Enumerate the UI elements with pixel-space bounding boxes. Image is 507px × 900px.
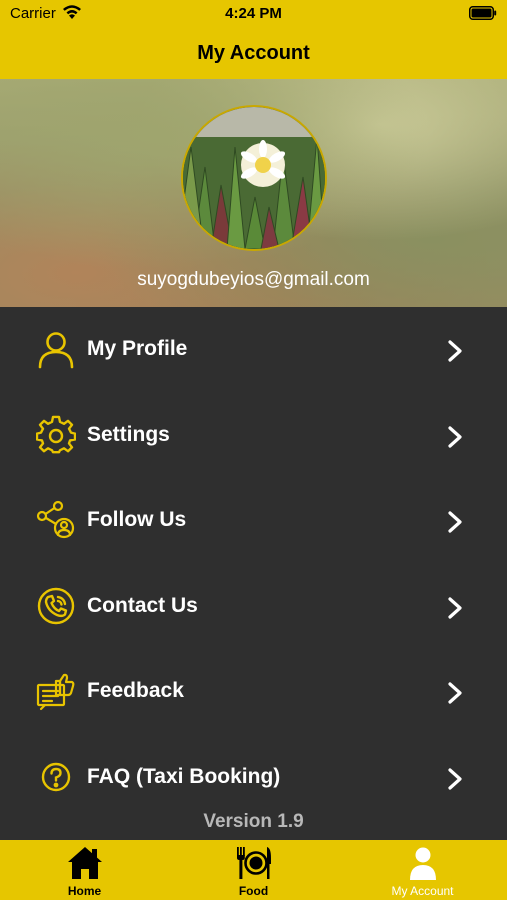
menu-item-label: Feedback bbox=[87, 679, 184, 702]
page-title: My Account bbox=[197, 42, 310, 64]
chevron-right-icon bbox=[448, 767, 462, 790]
tab-home[interactable]: Home bbox=[0, 840, 169, 900]
home-icon bbox=[67, 847, 102, 879]
avatar-flower-image bbox=[183, 107, 325, 249]
tab-bar: Home Food My Account bbox=[0, 840, 507, 900]
user-email: suyogdubeyios@gmail.com bbox=[137, 269, 370, 290]
chevron-right-icon bbox=[448, 511, 462, 533]
navigation-bar: My Account bbox=[0, 28, 507, 79]
profile-header: suyogdubeyios@gmail.com bbox=[0, 79, 507, 307]
share-user-icon bbox=[36, 500, 75, 539]
menu-item-feedback[interactable]: Feedback bbox=[0, 649, 507, 735]
app-version: Version 1.9 bbox=[203, 811, 304, 832]
food-plate-icon bbox=[236, 847, 271, 879]
menu-item-settings[interactable]: Settings bbox=[0, 393, 507, 479]
menu-item-my-profile[interactable]: My Profile bbox=[0, 307, 507, 393]
phone-icon bbox=[37, 587, 75, 624]
tab-label: My Account bbox=[391, 884, 454, 898]
menu-item-contact-us[interactable]: Contact Us bbox=[0, 564, 507, 650]
menu-item-follow-us[interactable]: Follow Us bbox=[0, 478, 507, 564]
tab-food[interactable]: Food bbox=[169, 840, 338, 900]
menu-item-faq[interactable]: FAQ (Taxi Booking) bbox=[0, 735, 507, 821]
feedback-thumbs-up-icon bbox=[36, 673, 75, 711]
chevron-right-icon bbox=[448, 425, 462, 448]
menu-item-label: Settings bbox=[87, 422, 170, 446]
battery-icon bbox=[469, 6, 497, 20]
menu-item-label: Contact Us bbox=[87, 593, 198, 617]
chevron-right-icon bbox=[448, 340, 462, 362]
avatar[interactable] bbox=[181, 105, 327, 251]
chevron-right-icon bbox=[448, 596, 462, 619]
gear-icon bbox=[36, 415, 76, 453]
chevron-right-icon bbox=[448, 682, 462, 704]
tab-label: Home bbox=[67, 884, 102, 898]
tab-label: Food bbox=[238, 884, 269, 898]
status-time: 4:24 PM bbox=[225, 5, 282, 22]
menu-item-label: Follow Us bbox=[87, 508, 187, 531]
status-bar: Carrier 4:24 PM bbox=[0, 0, 507, 28]
question-icon bbox=[41, 762, 71, 791]
user-icon bbox=[409, 847, 436, 880]
account-menu: My Profile Settings Follow Us Contact Us… bbox=[0, 307, 507, 820]
tab-my-account[interactable]: My Account bbox=[338, 840, 507, 900]
person-icon bbox=[38, 332, 74, 369]
menu-item-label: FAQ (Taxi Booking) bbox=[87, 764, 281, 788]
menu-item-label: My Profile bbox=[87, 337, 188, 360]
